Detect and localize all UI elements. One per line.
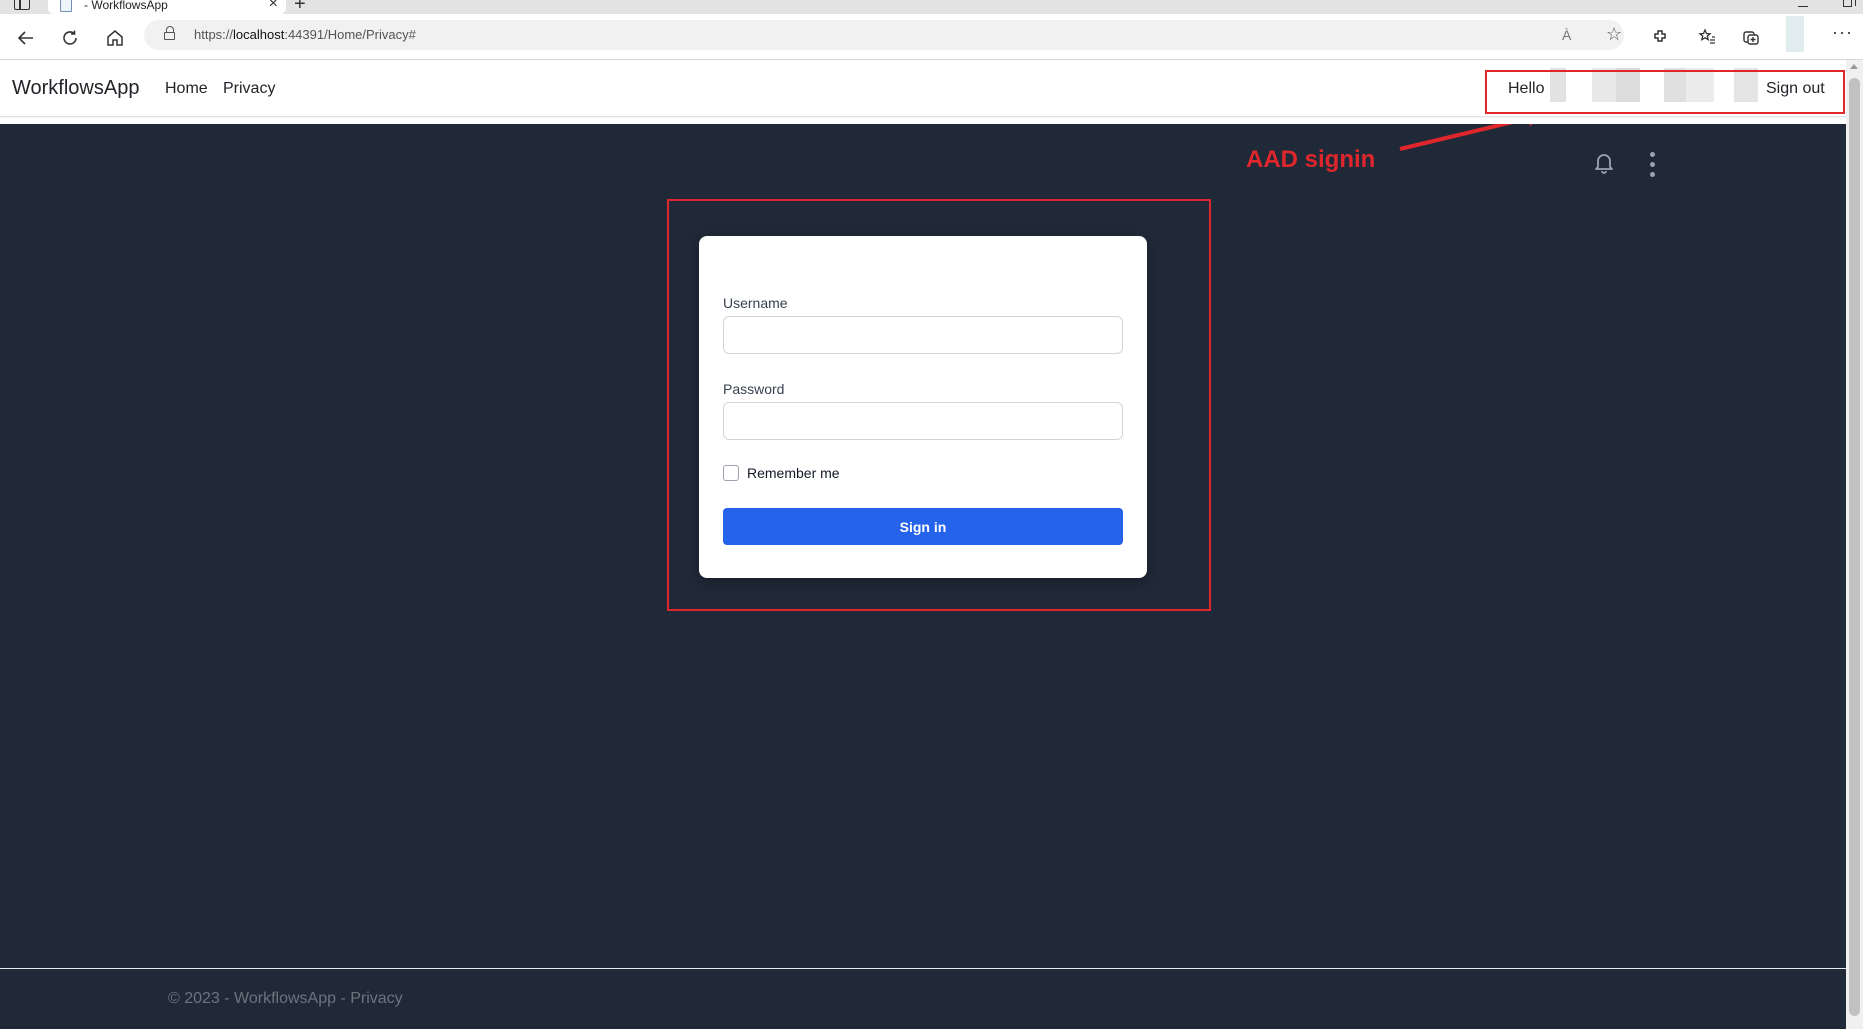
page-favicon-icon xyxy=(60,0,72,12)
remember-me-label[interactable]: Remember me xyxy=(747,465,840,481)
read-aloud-icon[interactable]: À xyxy=(1562,27,1571,43)
refresh-icon xyxy=(63,30,77,45)
kebab-menu-icon[interactable] xyxy=(1650,152,1658,182)
url-path: :44391/Home/Privacy# xyxy=(284,27,416,42)
nav-privacy-link[interactable]: Privacy xyxy=(223,80,275,98)
extensions-icon[interactable] xyxy=(1649,26,1671,48)
password-label: Password xyxy=(723,381,785,397)
annotation-label: AAD signin xyxy=(1246,146,1376,173)
scroll-up-icon[interactable] xyxy=(1850,64,1858,69)
remember-me-checkbox[interactable] xyxy=(723,465,739,481)
login-card: Username Password Remember me Sign in xyxy=(699,236,1147,578)
footer-text: © 2023 - WorkflowsApp - Privacy xyxy=(168,990,403,1007)
browser-tabstrip: - WorkflowsApp × + xyxy=(0,0,1863,14)
sign-in-button[interactable]: Sign in xyxy=(723,508,1123,545)
address-bar[interactable]: https://localhost:44391/Home/Privacy# À… xyxy=(144,20,1624,50)
back-arrow-icon xyxy=(17,31,33,45)
browser-tab[interactable]: - WorkflowsApp × xyxy=(48,0,286,14)
url-scheme: https:// xyxy=(194,27,234,42)
lock-icon[interactable] xyxy=(164,26,175,40)
username-input[interactable] xyxy=(723,316,1123,354)
main-content: AAD signin Username Password Remember me… xyxy=(0,124,1846,968)
url-host: localhost xyxy=(233,27,285,42)
new-tab-button[interactable]: + xyxy=(294,0,306,14)
tab-title: - WorkflowsApp xyxy=(84,0,168,12)
add-favorite-icon[interactable]: ☆ xyxy=(1606,24,1622,45)
favorites-icon[interactable] xyxy=(1696,26,1718,48)
bell-icon[interactable] xyxy=(1594,152,1614,174)
footer: © 2023 - WorkflowsApp - Privacy xyxy=(0,968,1846,1029)
nav-home-link[interactable]: Home xyxy=(165,80,208,98)
username-label: Username xyxy=(723,295,788,311)
sidebar-toggle-icon[interactable] xyxy=(14,0,30,10)
refresh-button[interactable] xyxy=(58,26,82,50)
url-text[interactable]: https://localhost:44391/Home/Privacy# xyxy=(194,27,416,42)
home-button[interactable] xyxy=(103,26,127,50)
collections-icon[interactable] xyxy=(1740,26,1762,48)
home-icon xyxy=(107,30,123,46)
minimize-icon[interactable] xyxy=(1798,6,1808,7)
site-navbar: WorkflowsApp Home Privacy Hello Sign out xyxy=(0,60,1846,117)
page-scrollbar[interactable] xyxy=(1846,60,1863,1029)
brand-link[interactable]: WorkflowsApp xyxy=(12,77,139,100)
annotation-box-account xyxy=(1485,70,1845,114)
back-button[interactable] xyxy=(14,26,38,50)
browser-menu-icon[interactable]: ··· xyxy=(1832,22,1853,43)
restore-icon[interactable] xyxy=(1843,0,1856,7)
password-input[interactable] xyxy=(723,402,1123,440)
browser-toolbar: https://localhost:44391/Home/Privacy# À… xyxy=(0,14,1863,60)
profile-avatar[interactable] xyxy=(1786,16,1804,52)
tab-close-icon[interactable]: × xyxy=(269,0,278,12)
scroll-thumb[interactable] xyxy=(1849,78,1860,1016)
